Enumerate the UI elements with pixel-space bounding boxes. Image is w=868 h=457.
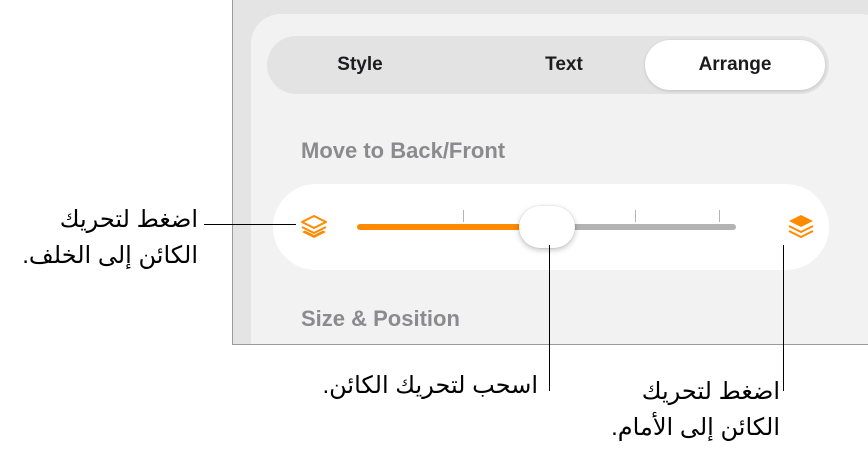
- layers-back-icon[interactable]: [299, 212, 329, 242]
- callout-front-line1: اضغط لتحريك: [641, 378, 780, 405]
- format-panel: Style Text Arrange Move to Back/Front Si…: [251, 14, 868, 344]
- section-title-move: Move to Back/Front: [301, 138, 506, 163]
- tab-style[interactable]: Style: [271, 40, 449, 90]
- callout-line-back: [204, 224, 296, 225]
- slider-thumb[interactable]: [519, 206, 575, 248]
- callout-line-front: [783, 245, 784, 391]
- tab-text[interactable]: Text: [475, 40, 653, 90]
- callout-line-drag: [549, 245, 550, 391]
- callout-drag: اسحب لتحريك الكائن.: [322, 368, 538, 404]
- callout-front-line2: الكائن إلى الأمام.: [611, 414, 780, 441]
- screenshot-frame: Style Text Arrange Move to Back/Front Si…: [232, 0, 868, 345]
- callout-back: اضغط لتحريك الكائن إلى الخلف.: [22, 202, 198, 274]
- tab-bar: Style Text Arrange: [267, 36, 829, 94]
- slider-tick: [463, 210, 464, 222]
- section-title-size: Size & Position: [301, 306, 460, 331]
- tab-arrange[interactable]: Arrange: [645, 40, 825, 90]
- callout-drag-text: اسحب لتحريك الكائن.: [322, 372, 538, 399]
- callout-back-line1: اضغط لتحريك: [59, 206, 198, 233]
- layers-front-icon[interactable]: [786, 212, 816, 242]
- callout-back-line2: الكائن إلى الخلف.: [22, 242, 198, 269]
- callout-front: اضغط لتحريك الكائن إلى الأمام.: [611, 374, 780, 446]
- slider-tick: [635, 210, 636, 222]
- move-slider-row: [273, 184, 829, 270]
- slider-tick: [719, 210, 720, 222]
